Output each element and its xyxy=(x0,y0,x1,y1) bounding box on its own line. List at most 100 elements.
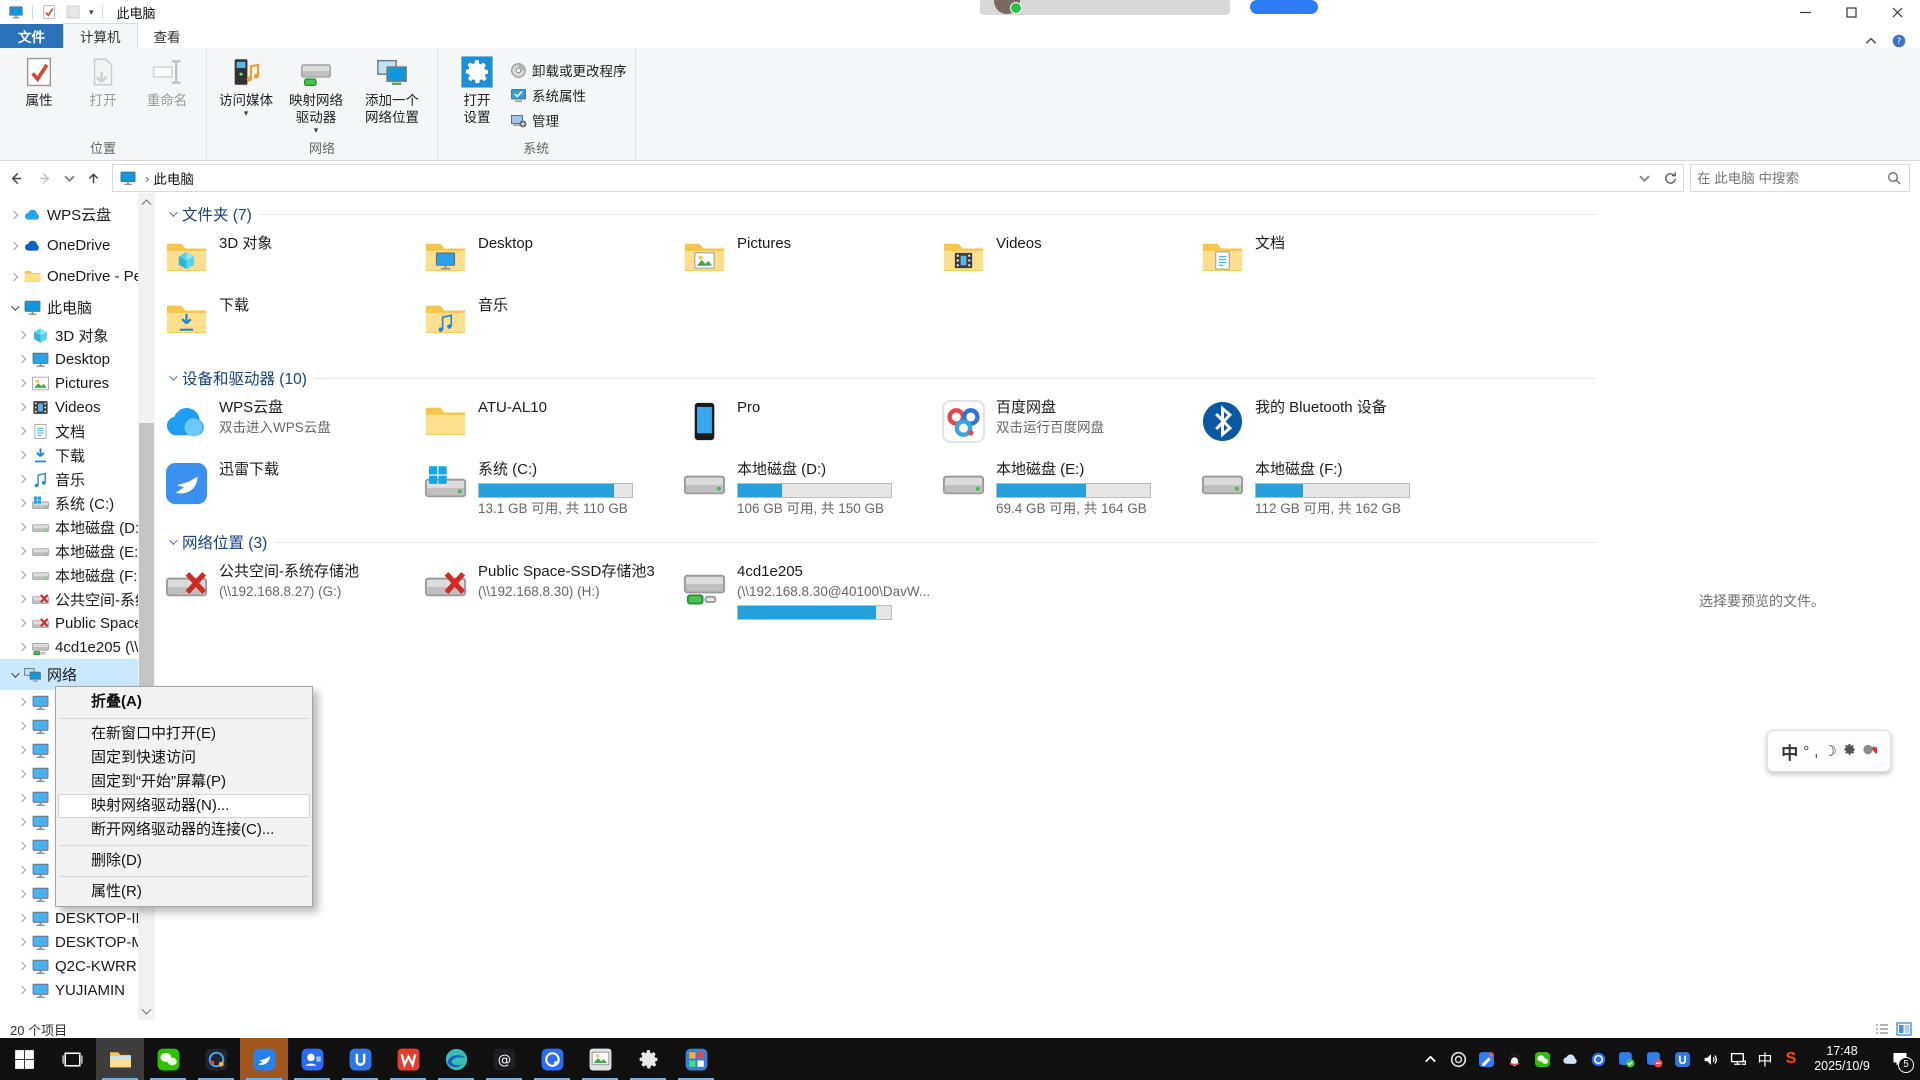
tray-tray-expand[interactable] xyxy=(1416,1038,1444,1080)
chevron-right-icon[interactable] xyxy=(6,243,21,249)
ime-punct-item[interactable]: , xyxy=(1814,743,1818,760)
section-header-network[interactable]: 网络位置 (3) xyxy=(165,531,1604,553)
rename-button[interactable]: 重命名 xyxy=(136,53,198,111)
section-header-devices[interactable]: 设备和驱动器 (10) xyxy=(165,367,1604,389)
chevron-right-icon[interactable] xyxy=(6,212,21,218)
chevron-right-icon[interactable] xyxy=(14,620,29,626)
chevron-right-icon[interactable] xyxy=(14,771,29,777)
context-menu-item[interactable]: 属性(R) xyxy=(58,880,310,904)
file-tile[interactable]: 文档 xyxy=(1199,233,1458,289)
chevron-right-icon[interactable] xyxy=(14,380,29,386)
maximize-button[interactable] xyxy=(1828,0,1874,24)
file-tile[interactable]: 下载 xyxy=(163,295,422,351)
file-tile[interactable]: 公共空间-系统存储池(\\192.168.8.27) (G:) xyxy=(163,561,422,617)
system-properties-button[interactable]: 系统属性 xyxy=(510,85,627,105)
collapse-ribbon-icon[interactable] xyxy=(1864,34,1878,48)
ime-mode-chinese[interactable]: 中 xyxy=(1781,739,1798,764)
ime-toolbar[interactable]: 中°,☽♥ xyxy=(1767,730,1891,772)
tab-view[interactable]: 查看 xyxy=(138,24,197,48)
sidebar-item-7[interactable]: Videos xyxy=(0,395,155,419)
close-button[interactable] xyxy=(1874,0,1920,24)
open-settings-button[interactable]: 打开设置 xyxy=(446,53,508,128)
recent-locations-arrow[interactable] xyxy=(60,165,78,191)
taskbar-quark-app-app[interactable] xyxy=(528,1038,576,1080)
chevron-right-icon[interactable] xyxy=(14,699,29,705)
file-tile[interactable]: 本地磁盘 (E:)69.4 GB 可用, 共 164 GB xyxy=(940,459,1199,515)
sidebar-item-8[interactable]: 文档 xyxy=(0,419,155,443)
tray-paint[interactable] xyxy=(1472,1038,1500,1080)
chevron-right-icon[interactable] xyxy=(14,428,29,434)
add-network-location-button[interactable]: 添加一个网络位置 xyxy=(355,53,429,128)
file-tile[interactable]: Public Space-SSD存储池3(\\192.168.8.30) (H:… xyxy=(422,561,681,617)
tray-qq[interactable] xyxy=(1500,1038,1528,1080)
tab-computer[interactable]: 计算机 xyxy=(63,23,138,48)
file-tile[interactable]: 百度网盘双击运行百度网盘 xyxy=(940,397,1199,453)
section-collapse-icon[interactable] xyxy=(165,535,179,549)
ime-punct-item[interactable]: ° xyxy=(1803,743,1809,760)
section-header-folders[interactable]: 文件夹 (7) xyxy=(165,203,1604,225)
chevron-right-icon[interactable] xyxy=(14,404,29,410)
ime-mode-indicator[interactable]: 中 xyxy=(1752,1049,1778,1070)
taskbar-settings-app[interactable] xyxy=(624,1038,672,1080)
chevron-right-icon[interactable] xyxy=(14,939,29,945)
file-tile[interactable]: 音乐 xyxy=(422,295,681,351)
customize-toolbar-arrow-icon[interactable]: ▾ xyxy=(89,7,94,18)
taskbar-uu-app-app[interactable] xyxy=(336,1038,384,1080)
tray-onedrive[interactable] xyxy=(1556,1038,1584,1080)
file-tile[interactable]: Pictures xyxy=(681,233,940,289)
ime-punct-item[interactable]: ☽ xyxy=(1823,742,1836,760)
chevron-right-icon[interactable] xyxy=(14,723,29,729)
minimize-button[interactable] xyxy=(1782,0,1828,24)
file-tile[interactable]: 系统 (C:)13.1 GB 可用, 共 110 GB xyxy=(422,459,681,515)
sidebar-item-6[interactable]: Pictures xyxy=(0,371,155,395)
tray-sync-err[interactable] xyxy=(1640,1038,1668,1080)
address-bar[interactable]: › 此电脑 xyxy=(112,164,1684,192)
sidebar-item-4[interactable]: 3D 对象 xyxy=(0,323,155,347)
taskbar-edge-app[interactable] xyxy=(432,1038,480,1080)
taskbar-at-app-app[interactable]: @ xyxy=(480,1038,528,1080)
tray-volume[interactable] xyxy=(1696,1038,1724,1080)
chevron-right-icon[interactable] xyxy=(14,644,29,650)
help-icon[interactable]: ? xyxy=(1892,34,1906,48)
sidebar-item-16[interactable]: Public Space-S xyxy=(0,611,155,635)
chevron-down-icon[interactable] xyxy=(6,672,21,678)
sidebar-item-28[interactable]: DESKTOP-IDJ xyxy=(0,906,155,930)
context-menu-item[interactable]: 映射网络驱动器(N)... xyxy=(58,794,310,818)
section-collapse-icon[interactable] xyxy=(165,207,179,221)
chevron-right-icon[interactable] xyxy=(14,500,29,506)
chevron-right-icon[interactable] xyxy=(14,476,29,482)
file-tile[interactable]: Videos xyxy=(940,233,1199,289)
chevron-right-icon[interactable] xyxy=(6,274,21,280)
uninstall-program-button[interactable]: 卸载或更改程序 xyxy=(510,60,627,80)
forward-button[interactable] xyxy=(30,165,60,191)
file-tile[interactable]: 我的 Bluetooth 设备 xyxy=(1199,397,1458,453)
sidebar-item-9[interactable]: 下载 xyxy=(0,443,155,467)
search-box[interactable] xyxy=(1690,164,1910,192)
taskbar-file-explorer-app[interactable] xyxy=(96,1038,144,1080)
tab-file[interactable]: 文件 xyxy=(0,24,63,48)
new-folder-shortcut-icon[interactable] xyxy=(65,4,81,20)
back-button[interactable] xyxy=(0,165,30,191)
chevron-right-icon[interactable] xyxy=(14,548,29,554)
sidebar-item-31[interactable]: YUJIAMIN xyxy=(0,978,155,1002)
section-collapse-icon[interactable] xyxy=(165,371,179,385)
sidebar-item-30[interactable]: Q2C-KWRR xyxy=(0,954,155,978)
thumbnail-view-icon[interactable] xyxy=(1896,1022,1912,1036)
sidebar-item-5[interactable]: Desktop xyxy=(0,347,155,371)
tray-quark-mini[interactable] xyxy=(1584,1038,1612,1080)
context-menu-item[interactable]: 在新窗口中打开(E) xyxy=(58,722,310,746)
refresh-button[interactable] xyxy=(1657,165,1683,191)
sidebar-item-13[interactable]: 本地磁盘 (E:) xyxy=(0,539,155,563)
chevron-right-icon[interactable] xyxy=(14,891,29,897)
chevron-right-icon[interactable] xyxy=(14,915,29,921)
chevron-right-icon[interactable] xyxy=(14,987,29,993)
taskbar-clock[interactable]: 17:482025/10/9 xyxy=(1804,1044,1880,1074)
tray-oppo[interactable] xyxy=(1444,1038,1472,1080)
chevron-right-icon[interactable] xyxy=(14,795,29,801)
file-tile[interactable]: Desktop xyxy=(422,233,681,289)
chevron-right-icon[interactable] xyxy=(14,747,29,753)
address-dropdown-arrow[interactable] xyxy=(1631,165,1657,191)
file-tile[interactable]: 迅雷下载 xyxy=(163,459,422,515)
taskbar-pc-manager-app[interactable] xyxy=(672,1038,720,1080)
scroll-up-arrow-icon[interactable] xyxy=(138,193,155,209)
